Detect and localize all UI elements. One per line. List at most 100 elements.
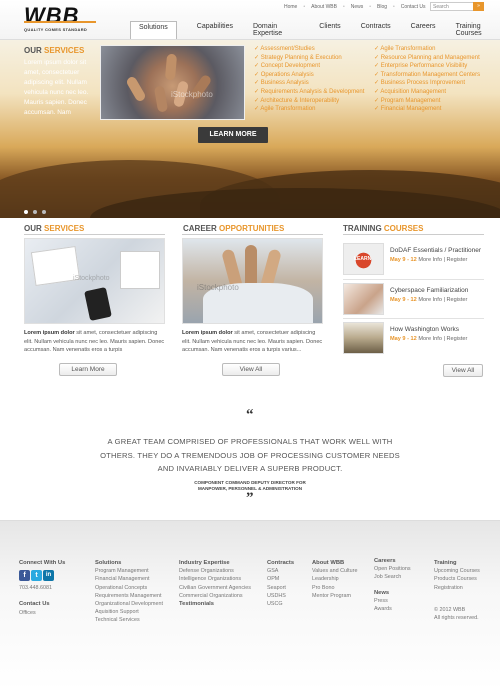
training-view-all-button[interactable]: View All bbox=[443, 364, 483, 377]
course-more-info[interactable]: More Info bbox=[418, 257, 442, 263]
footer-link[interactable]: Organizational Development bbox=[95, 600, 163, 608]
course-register[interactable]: Register bbox=[447, 257, 468, 263]
footer-link[interactable]: Offices bbox=[19, 609, 65, 617]
course-item[interactable]: How Washington Works May 9 - 12 More Inf… bbox=[343, 322, 484, 354]
divider bbox=[182, 234, 323, 235]
util-link-blog[interactable]: Blog bbox=[377, 4, 387, 10]
nav-training-courses[interactable]: Training Courses bbox=[456, 21, 500, 39]
career-view-all-button[interactable]: View All bbox=[222, 363, 280, 376]
service-link[interactable]: Transformation Management Centers bbox=[374, 71, 481, 80]
service-link[interactable]: Program Management bbox=[374, 97, 480, 106]
nav-domain-expertise[interactable]: Domain Expertise bbox=[253, 21, 299, 39]
course-title[interactable]: DoDAF Essentials / Practitioner bbox=[390, 247, 481, 254]
util-link-about[interactable]: About WBB bbox=[311, 4, 337, 10]
service-link[interactable]: Agile Transformation bbox=[254, 105, 364, 114]
course-meta: May 9 - 12 More Info | Register bbox=[390, 257, 468, 263]
service-link[interactable]: Agile Transformation bbox=[374, 45, 480, 54]
footer-link[interactable]: Program Management bbox=[95, 567, 163, 575]
footer-link[interactable]: Civilian Government Agencies bbox=[179, 584, 251, 592]
footer-link[interactable]: Job Search bbox=[374, 573, 411, 581]
util-link-news[interactable]: News bbox=[351, 4, 364, 10]
footer-heading[interactable]: About WBB bbox=[312, 559, 357, 567]
footer-link[interactable]: Operational Concepts bbox=[95, 584, 163, 592]
nav-solutions[interactable]: Solutions bbox=[130, 21, 177, 39]
course-item[interactable]: LEARN DoDAF Essentials / Practitioner Ma… bbox=[343, 243, 484, 275]
footer-link[interactable]: Commercial Organizations bbox=[179, 592, 251, 600]
open-quote-icon: “ bbox=[246, 407, 254, 423]
linkedin-icon[interactable]: in bbox=[43, 570, 54, 582]
search-input[interactable]: Search » bbox=[430, 2, 484, 11]
service-link[interactable]: Acquisition Management bbox=[374, 88, 480, 97]
footer-link[interactable]: Seaport bbox=[267, 584, 294, 592]
search-button[interactable]: » bbox=[473, 2, 484, 11]
footer-link[interactable]: GSA bbox=[267, 567, 294, 575]
footer-heading[interactable]: Careers bbox=[374, 557, 411, 565]
footer-link[interactable]: Financial Management bbox=[95, 575, 163, 583]
footer-link[interactable]: Mentor Program bbox=[312, 592, 357, 600]
footer-link[interactable]: Requirements Management bbox=[95, 592, 163, 600]
footer-link[interactable]: Pro Bono bbox=[312, 584, 357, 592]
footer-link[interactable]: Awards bbox=[374, 605, 411, 613]
footer-heading[interactable]: Contact Us bbox=[19, 600, 65, 608]
footer-link[interactable]: Aquisition Support bbox=[95, 608, 163, 616]
carousel-dot[interactable] bbox=[24, 210, 28, 214]
course-title[interactable]: How Washington Works bbox=[390, 326, 459, 333]
course-register[interactable]: Register bbox=[447, 297, 468, 303]
footer-heading[interactable]: Solutions bbox=[95, 559, 163, 567]
facebook-icon[interactable]: f bbox=[19, 570, 30, 582]
service-link[interactable]: Business Process Improvement bbox=[374, 79, 480, 88]
footer-link[interactable]: Products Courses bbox=[434, 575, 480, 583]
footer-link[interactable]: Intelligence Organizations bbox=[179, 575, 251, 583]
footer-link[interactable]: Press bbox=[374, 597, 411, 605]
service-link[interactable]: Business Analysis bbox=[254, 79, 364, 88]
footer-link[interactable]: USCG bbox=[267, 600, 294, 608]
wbb-logo[interactable]: WBB QUALITY COMES STANDARD bbox=[24, 3, 96, 32]
hand-shape bbox=[153, 85, 169, 113]
course-thumbnail: LEARN bbox=[343, 243, 384, 275]
footer-link[interactable]: Leadership bbox=[312, 575, 357, 583]
heading-b: SERVICES bbox=[44, 224, 85, 233]
carousel-dot[interactable] bbox=[42, 210, 46, 214]
service-link[interactable]: Resource Planning and Management bbox=[374, 54, 480, 63]
career-description: Lorem ipsum dolor sit amet, consectetuer… bbox=[182, 329, 324, 355]
footer-heading[interactable]: Testimonials bbox=[179, 600, 251, 608]
carousel-dot[interactable] bbox=[33, 210, 37, 214]
footer-heading[interactable]: News bbox=[374, 589, 411, 597]
nav-capabilities[interactable]: Capabilities bbox=[197, 21, 233, 39]
footer-link[interactable]: Values and Culture bbox=[312, 567, 357, 575]
service-link[interactable]: Strategy Planning & Execution bbox=[254, 54, 364, 63]
course-more-info[interactable]: More Info bbox=[418, 336, 442, 342]
course-register[interactable]: Register bbox=[447, 336, 468, 342]
footer-link[interactable]: Defense Organizations bbox=[179, 567, 251, 575]
course-title[interactable]: Cyberspace Familiarization bbox=[390, 287, 468, 294]
service-link[interactable]: Operations Analysis bbox=[254, 71, 364, 80]
util-separator: • bbox=[393, 4, 395, 10]
service-link[interactable]: Financial Management bbox=[374, 105, 480, 114]
footer-link[interactable]: Technical Services bbox=[95, 616, 163, 624]
service-link[interactable]: Enterprise Performance Visibility bbox=[374, 62, 480, 71]
service-link[interactable]: Architecture & Interoperability bbox=[254, 97, 364, 106]
footer-heading[interactable]: Contracts bbox=[267, 559, 294, 567]
nav-contracts[interactable]: Contracts bbox=[361, 21, 391, 39]
footer-link[interactable]: Open Positions bbox=[374, 565, 411, 573]
util-link-home[interactable]: Home bbox=[284, 4, 297, 10]
util-link-contact[interactable]: Contact Us bbox=[401, 4, 426, 10]
course-item[interactable]: Cyberspace Familiarization May 9 - 12 Mo… bbox=[343, 283, 484, 315]
nav-clients[interactable]: Clients bbox=[319, 21, 340, 39]
nav-careers[interactable]: Careers bbox=[411, 21, 436, 39]
footer-link[interactable]: Registration bbox=[434, 584, 480, 592]
footer-link[interactable]: USDHS bbox=[267, 592, 294, 600]
footer-connect: Connect With Us f t in 703.448.6081 Cont… bbox=[19, 559, 65, 617]
learn-more-button[interactable]: LEARN MORE bbox=[198, 127, 268, 143]
footer-link[interactable]: Upcoming Courses bbox=[434, 567, 480, 575]
footer-heading[interactable]: Training bbox=[434, 559, 480, 567]
service-link[interactable]: Assessment/Studies bbox=[254, 45, 364, 54]
learn-more-link-button[interactable]: Learn More bbox=[59, 363, 117, 376]
course-more-info[interactable]: More Info bbox=[418, 297, 442, 303]
site-footer: Connect With Us f t in 703.448.6081 Cont… bbox=[0, 520, 500, 691]
twitter-icon[interactable]: t bbox=[31, 570, 42, 582]
footer-link[interactable]: OPM bbox=[267, 575, 294, 583]
footer-heading[interactable]: Industry Expertise bbox=[179, 559, 251, 567]
service-link[interactable]: Requirements Analysis & Development bbox=[254, 88, 365, 97]
service-link[interactable]: Concept Development bbox=[254, 62, 364, 71]
